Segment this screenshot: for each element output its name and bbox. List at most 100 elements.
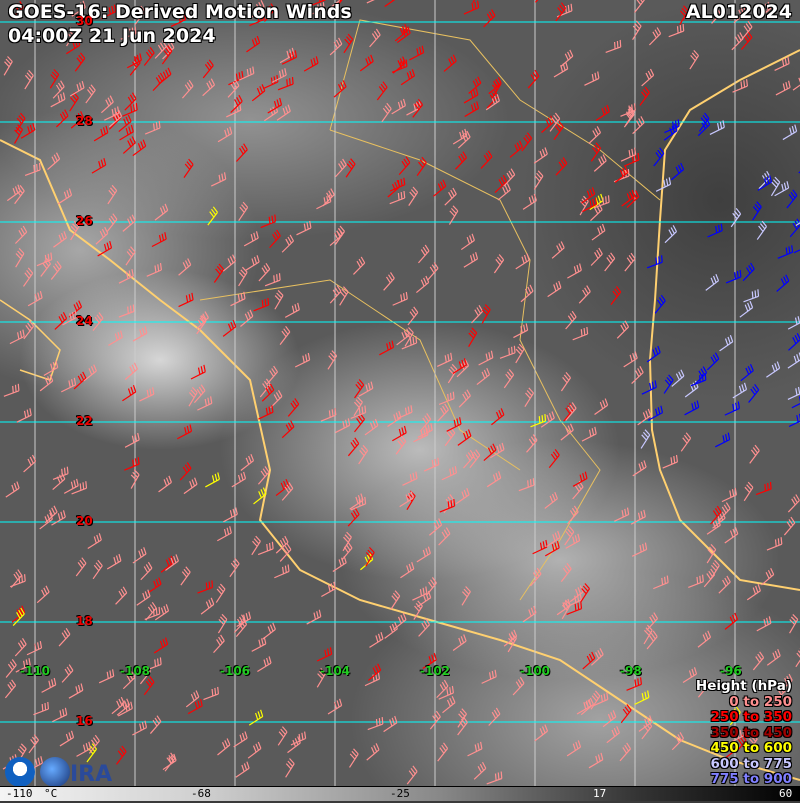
wind-barb	[278, 727, 287, 746]
legend-title: Height (hPa)	[696, 679, 792, 695]
wind-barb	[607, 726, 620, 742]
wind-barb	[107, 214, 117, 232]
wind-barb	[75, 53, 85, 71]
wind-barb	[589, 753, 603, 768]
wind-barb	[624, 153, 639, 166]
wind-barb	[182, 80, 193, 98]
wind-barb	[4, 384, 19, 397]
legend-item: 600 to 775	[696, 757, 792, 773]
wind-barb	[611, 286, 621, 304]
wind-barb	[218, 739, 230, 756]
wind-barb	[704, 569, 714, 587]
wind-barb	[27, 641, 42, 655]
wind-barb	[288, 737, 301, 753]
wind-barb	[21, 123, 35, 138]
wind-barb	[179, 259, 191, 276]
wind-barb	[789, 413, 800, 427]
wind-barb	[767, 649, 780, 665]
wind-barb	[150, 716, 160, 734]
baja-coastline	[0, 300, 60, 380]
wind-barb	[606, 40, 621, 53]
wind-barb	[145, 121, 160, 134]
colorbar-unit: °C	[44, 787, 57, 801]
wind-barb	[203, 60, 213, 78]
wind-barb	[444, 55, 456, 72]
wind-barb	[350, 494, 363, 510]
wind-barb	[468, 742, 482, 756]
wind-barb	[448, 364, 457, 383]
wind-barb	[418, 245, 429, 263]
wind-barb	[743, 263, 754, 281]
wind-barb	[15, 638, 26, 656]
longitude-label: -98	[620, 664, 642, 678]
wind-barb	[566, 403, 576, 421]
latitude-label: 16	[76, 714, 93, 728]
wind-barb	[216, 584, 225, 603]
longitude-label: -106	[220, 664, 250, 678]
wind-barb	[591, 691, 600, 710]
wind-barb	[481, 151, 492, 169]
wind-barb	[757, 616, 771, 630]
wind-barb	[756, 482, 771, 495]
wind-barb	[741, 364, 753, 380]
wind-barb	[413, 99, 423, 117]
latitude-label: 18	[76, 614, 93, 628]
wind-barb	[400, 562, 413, 578]
wind-barb	[596, 105, 609, 120]
wind-barb	[245, 255, 259, 270]
wind-barb	[6, 482, 19, 497]
wind-barb	[24, 321, 34, 339]
wind-barb	[464, 88, 478, 103]
wind-barb	[13, 608, 24, 626]
wind-barb	[360, 553, 372, 570]
wind-barb	[93, 560, 102, 579]
wind-barb	[180, 463, 191, 481]
wind-barb	[732, 32, 743, 49]
wind-barb	[605, 253, 615, 271]
wind-barb	[62, 665, 73, 683]
wind-barb	[117, 746, 127, 764]
wind-barb	[288, 398, 298, 416]
wind-barb	[579, 286, 590, 304]
wind-barb	[346, 159, 355, 178]
wind-barb	[203, 79, 215, 96]
wind-barb	[541, 412, 554, 428]
wind-barb	[184, 159, 193, 178]
wind-barb	[77, 742, 91, 757]
wind-barb	[589, 126, 601, 143]
wind-barb	[360, 55, 373, 71]
wind-barb	[649, 27, 660, 45]
wind-barb	[442, 466, 457, 480]
wind-barb	[86, 85, 95, 103]
wind-barb	[249, 710, 262, 725]
wind-barb	[144, 47, 154, 65]
wind-barb	[336, 159, 347, 177]
wind-barb	[715, 433, 729, 447]
wind-barb	[241, 454, 254, 470]
wind-barb	[51, 261, 61, 279]
wind-barb	[583, 652, 595, 669]
wind-barb	[788, 353, 800, 368]
legend-item: 0 to 250	[696, 695, 792, 711]
wind-barb	[582, 198, 596, 212]
wind-barb	[591, 248, 602, 265]
wind-barb	[617, 321, 628, 338]
wind-barb	[23, 268, 32, 287]
wind-barb	[545, 492, 558, 508]
wind-barb	[492, 80, 500, 99]
wind-barb	[464, 252, 478, 267]
wind-barb	[535, 0, 546, 2]
wind-barb	[640, 87, 649, 105]
colorbar-label: -25	[390, 787, 410, 801]
wind-barb	[534, 148, 547, 164]
wind-barb	[53, 231, 66, 247]
wind-barb	[147, 263, 162, 276]
wind-barb	[671, 163, 683, 180]
wind-barb	[365, 419, 378, 435]
wind-barb	[766, 362, 779, 378]
wind-barb	[416, 276, 428, 293]
wind-barb	[710, 120, 724, 134]
wind-barb	[234, 615, 245, 633]
wind-barb	[419, 619, 430, 637]
wind-barb	[330, 285, 341, 303]
